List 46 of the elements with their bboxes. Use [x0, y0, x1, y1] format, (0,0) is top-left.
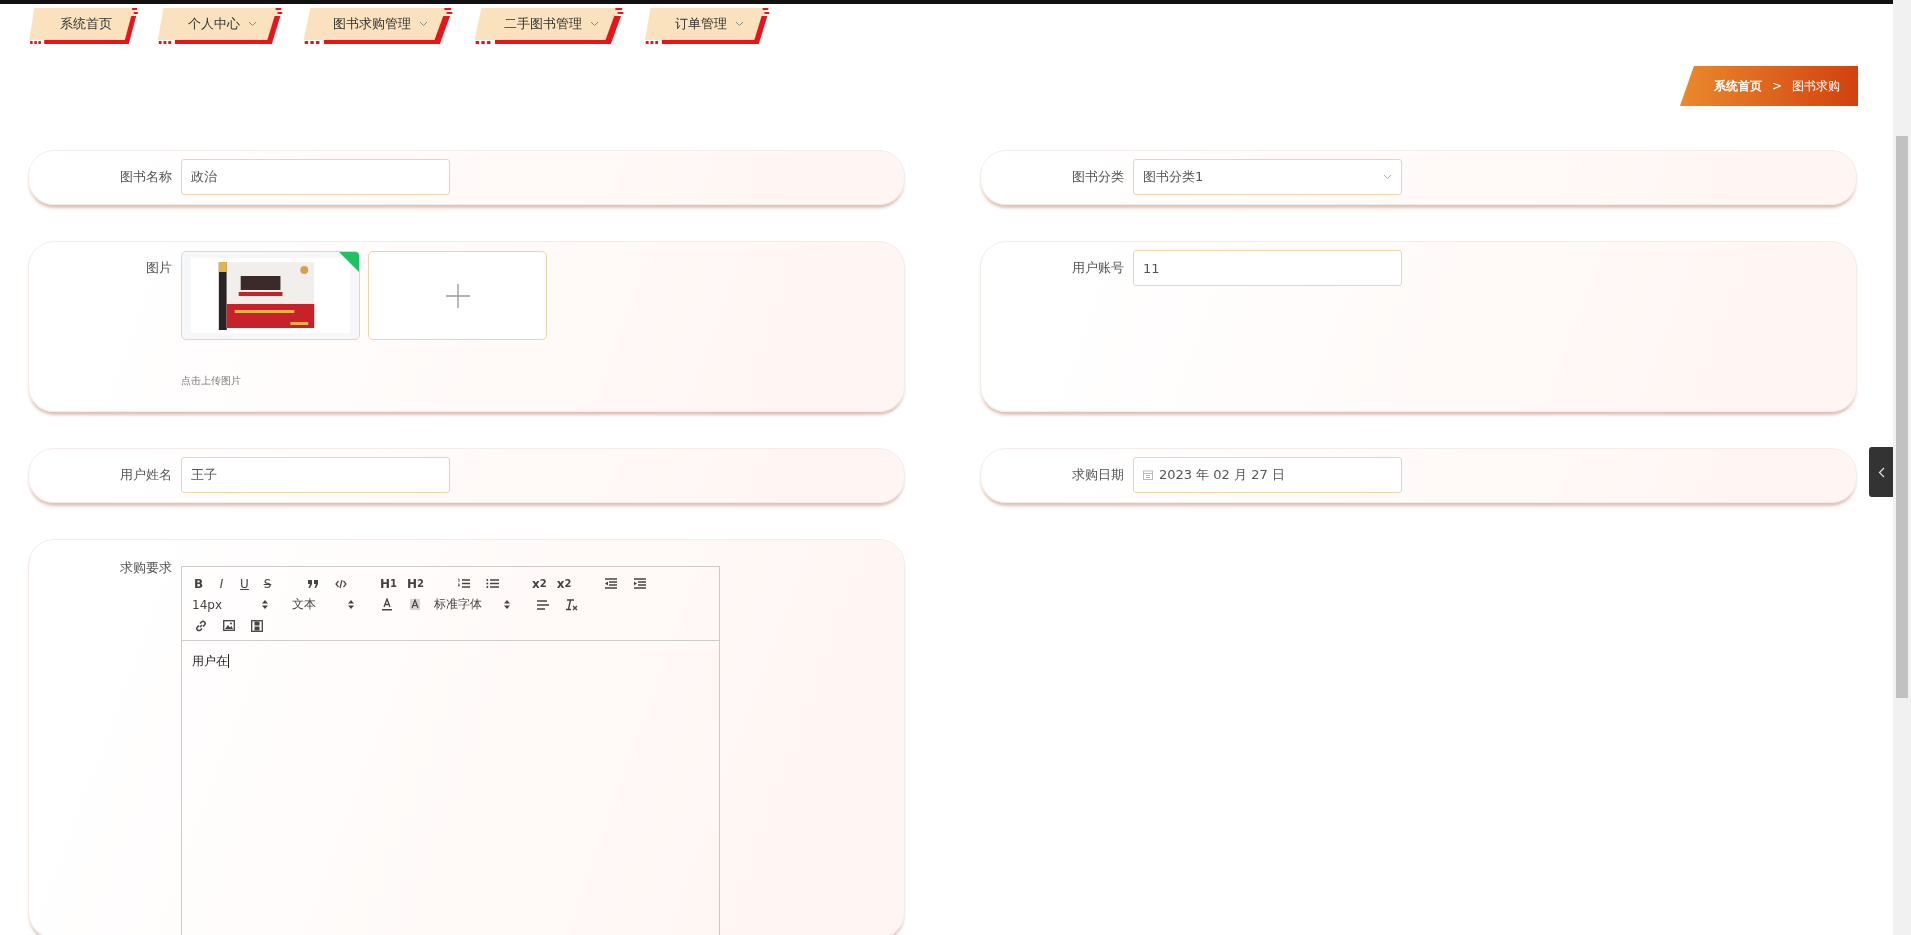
text-color-icon[interactable]: [381, 598, 393, 611]
text-field[interactable]: 王子: [181, 457, 450, 493]
strikethrough-button[interactable]: S: [261, 576, 274, 591]
text-field[interactable]: 政治: [181, 159, 450, 195]
calendar-icon: [1143, 470, 1153, 480]
code-icon[interactable]: [335, 578, 347, 589]
italic-button[interactable]: I: [215, 576, 228, 591]
field-label: 图书分类: [1071, 168, 1125, 186]
bold-button[interactable]: B: [192, 576, 205, 591]
breadcrumb-current: 图书求购: [1792, 77, 1840, 95]
clear-format-icon[interactable]: [565, 598, 578, 611]
plus-icon: [445, 283, 470, 308]
editor-dropdown[interactable]: 文本: [292, 596, 354, 613]
highlight-icon[interactable]: [409, 598, 421, 611]
sort-icon: [348, 600, 354, 609]
text-field[interactable]: 11: [1133, 250, 1402, 286]
field-label: 图书名称: [119, 168, 173, 186]
scrollbar[interactable]: [1893, 0, 1911, 935]
image-thumbnail[interactable]: [181, 251, 360, 340]
field-label: 用户姓名: [119, 466, 173, 484]
sort-icon: [504, 600, 510, 609]
numbered-list-icon[interactable]: [457, 578, 471, 589]
field-label: 用户账号: [1071, 259, 1125, 277]
chevron-left-icon: [1877, 466, 1885, 478]
field-label: 求购日期: [1071, 466, 1125, 484]
upload-hint: 点击上传图片: [181, 374, 242, 388]
select-field[interactable]: 图书分类1: [1133, 159, 1402, 195]
sort-icon: [262, 600, 268, 609]
image-icon[interactable]: [223, 620, 235, 631]
field-label: 求购要求: [119, 560, 173, 576]
editor-dropdown[interactable]: 标准字体: [434, 596, 510, 613]
link-icon[interactable]: [195, 619, 207, 632]
editor-text[interactable]: 用户在: [192, 654, 229, 668]
film-icon[interactable]: [251, 619, 263, 632]
breadcrumb-separator: >: [1771, 79, 1782, 93]
underline-button[interactable]: U: [238, 576, 251, 591]
sidebar-toggle-button[interactable]: [1869, 447, 1893, 497]
date-field[interactable]: 2023 年 02 月 27 日: [1133, 457, 1402, 493]
align-left-icon[interactable]: [537, 599, 549, 610]
outdent-icon[interactable]: [604, 578, 618, 589]
field-label: 图片: [145, 259, 173, 277]
editor-dropdown[interactable]: 14px: [192, 597, 268, 612]
indent-icon[interactable]: [633, 578, 647, 589]
quote-icon[interactable]: [307, 578, 319, 589]
chevron-down-icon: [1383, 174, 1392, 180]
bullet-list-icon[interactable]: [486, 578, 500, 589]
